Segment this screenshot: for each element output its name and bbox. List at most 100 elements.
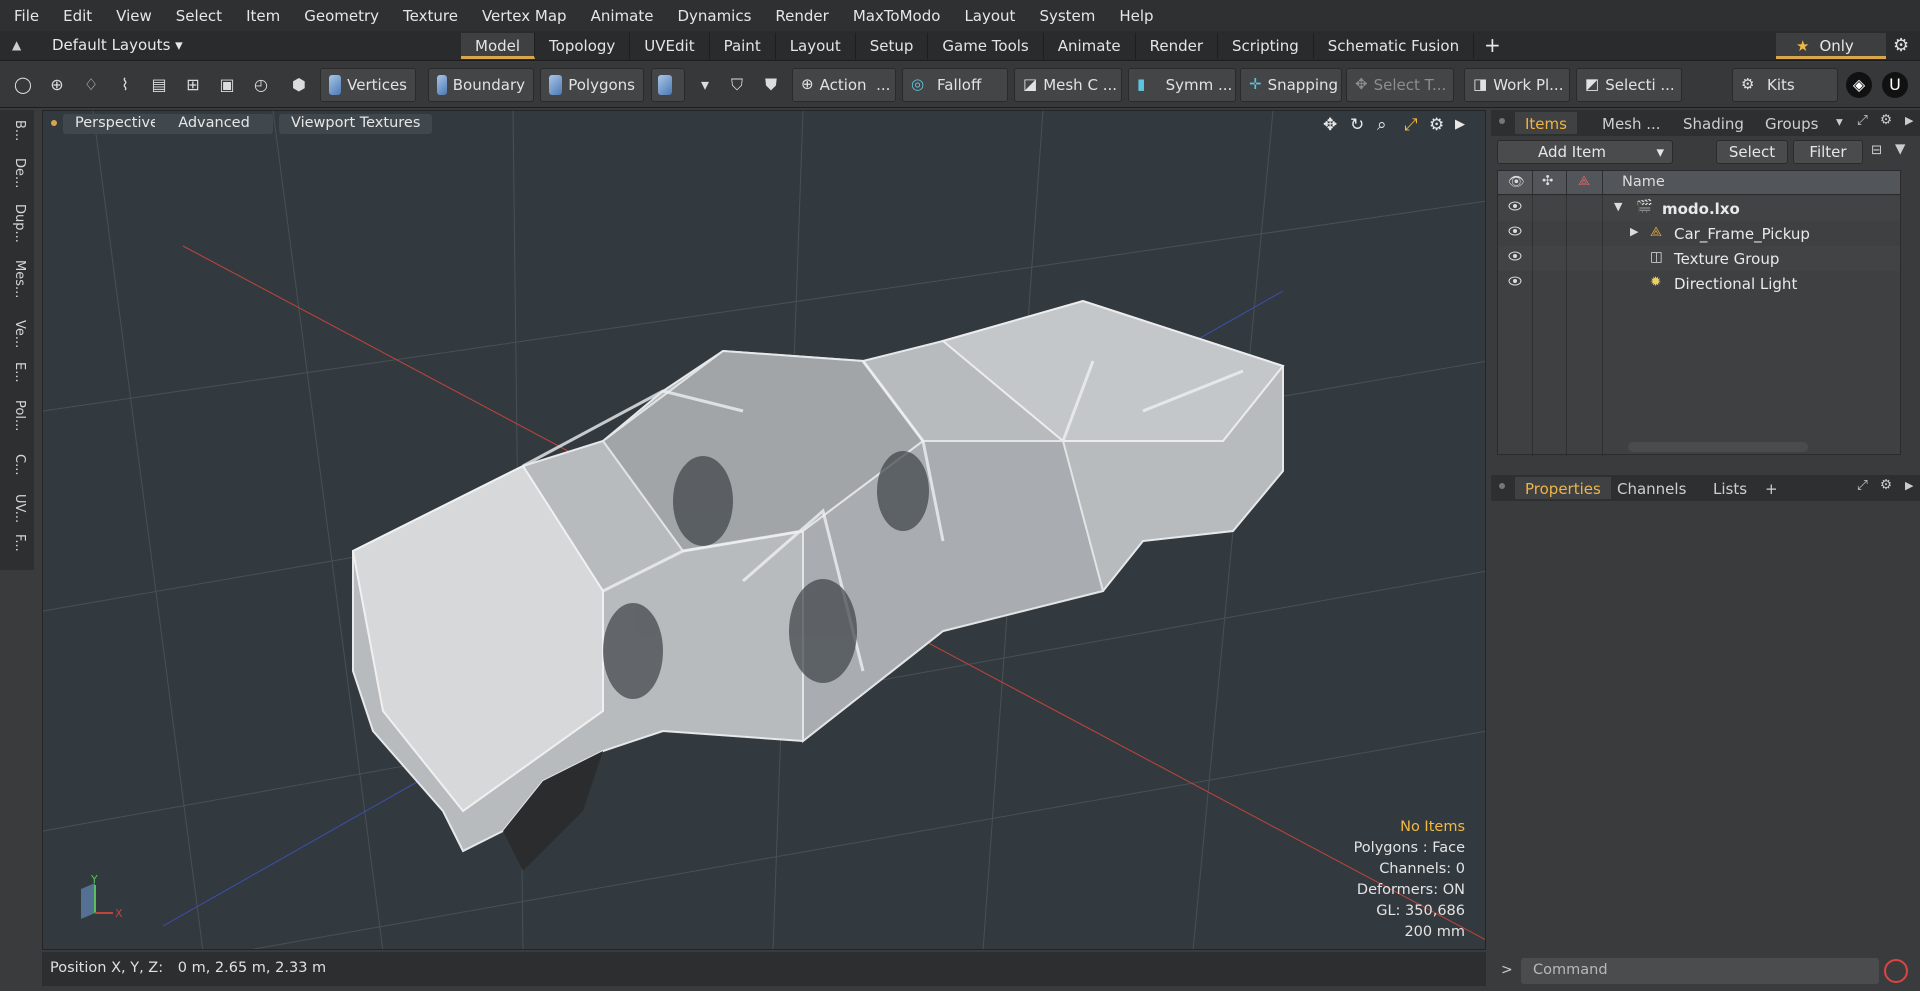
add-panel-tab-button[interactable]: + (1755, 477, 1788, 499)
tab-lists[interactable]: Lists (1703, 477, 1757, 499)
select-button[interactable]: Select (1716, 140, 1788, 164)
tab-layout[interactable]: Layout (776, 33, 856, 59)
panel-arrow-icon[interactable]: ▶ (1905, 479, 1913, 492)
tab-dropdown-icon[interactable]: ▾ (1836, 114, 1843, 130)
left-tab-fusion[interactable]: F... (7, 534, 27, 552)
zoom-icon[interactable]: ⌕ (1377, 115, 1387, 135)
panel-options-dot[interactable] (1499, 118, 1505, 124)
advanced-shading-dropdown[interactable]: Advanced (155, 114, 273, 134)
only-toggle[interactable]: ★ Only (1776, 33, 1886, 59)
align-icon[interactable]: ▤ (146, 72, 172, 98)
item-row-scene[interactable]: ▼ 🎬 modo.lxo (1498, 196, 1900, 221)
menu-system[interactable]: System (1039, 7, 1095, 25)
shield-alt-icon[interactable]: ⛊ (758, 72, 784, 98)
tab-schematic-fusion[interactable]: Schematic Fusion (1314, 33, 1475, 59)
tab-channels[interactable]: Channels (1607, 477, 1696, 499)
tab-paint[interactable]: Paint (710, 33, 776, 59)
polygons-button[interactable]: Polygons (540, 68, 644, 102)
shield-icon[interactable]: ⛉ (724, 72, 750, 98)
expand-right-icon[interactable]: ▶ (1630, 225, 1638, 238)
eye-icon[interactable] (1508, 201, 1522, 211)
collapse-arrow-icon[interactable]: ▲ (12, 38, 28, 54)
record-macro-icon[interactable] (1884, 959, 1908, 983)
left-tab-duplicate[interactable]: Dup... (7, 204, 27, 243)
left-tab-deform[interactable]: De... (7, 158, 27, 188)
tab-items[interactable]: Items (1515, 112, 1577, 134)
tab-animate[interactable]: Animate (1044, 33, 1136, 59)
circle-select-icon[interactable]: ◯ (10, 72, 36, 98)
car-frame-model[interactable] (351, 299, 1285, 871)
add-tab-icon[interactable]: + (1484, 33, 1501, 57)
falloff-button[interactable]: ◎ Falloff (902, 68, 1008, 102)
expand-down-icon[interactable]: ▼ (1614, 200, 1622, 213)
brush-icon[interactable]: ⌇ (112, 72, 138, 98)
expand-arrow-icon[interactable]: ▶ (1455, 117, 1465, 132)
panel-options-dot[interactable] (1499, 483, 1505, 489)
dropdown-arrow-icon[interactable]: ▾ (692, 72, 718, 98)
viewport-gear-icon[interactable]: ⚙ (1429, 115, 1444, 135)
work-plane-button[interactable]: ◨ Work Pl... (1464, 68, 1570, 102)
tab-shading[interactable]: Shading (1673, 112, 1754, 134)
gear-icon[interactable]: ⚙ (1893, 35, 1909, 56)
menu-select[interactable]: Select (176, 7, 222, 25)
tab-properties[interactable]: Properties (1515, 477, 1611, 499)
collapse-icon[interactable]: ⊟ (1871, 142, 1882, 158)
menu-dynamics[interactable]: Dynamics (677, 7, 751, 25)
lock-column-icon[interactable]: ✣ (1542, 173, 1553, 189)
menu-file[interactable]: File (14, 7, 39, 25)
unreal-icon[interactable]: U (1882, 72, 1908, 98)
unity-icon[interactable]: ◈ (1846, 72, 1872, 98)
menu-edit[interactable]: Edit (63, 7, 92, 25)
left-tab-curve[interactable]: C... (7, 454, 27, 475)
tab-groups[interactable]: Groups (1755, 112, 1828, 134)
item-row-car-frame[interactable]: ▶ ⟁ Car_Frame_Pickup (1498, 221, 1900, 246)
left-tab-polygon[interactable]: Pol... (7, 400, 27, 431)
tab-topology[interactable]: Topology (535, 33, 631, 59)
menu-item[interactable]: Item (246, 7, 280, 25)
command-input[interactable]: Command (1521, 958, 1879, 984)
locator-column-icon[interactable]: ⟁ (1578, 173, 1590, 189)
eye-icon[interactable] (1508, 226, 1522, 236)
item-mode-icon[interactable]: ⬢ (286, 72, 312, 98)
3d-viewport[interactable]: Perspective Advanced Viewport Textures ✥… (42, 110, 1486, 950)
viewport-canvas[interactable] (43, 111, 1486, 950)
filter-button[interactable]: Filter (1793, 140, 1863, 164)
left-tab-vertex[interactable]: Ve... (7, 320, 27, 348)
left-tab-edge[interactable]: E... (7, 362, 27, 383)
symmetry-button[interactable]: ▮ Symm ... (1128, 68, 1236, 102)
maximize-icon[interactable]: ⤢ (1404, 115, 1418, 135)
menu-view[interactable]: View (116, 7, 152, 25)
horizontal-scrollbar[interactable] (1628, 442, 1808, 452)
menu-animate[interactable]: Animate (591, 7, 654, 25)
tab-scripting[interactable]: Scripting (1218, 33, 1314, 59)
boundary-button[interactable]: Boundary (428, 68, 534, 102)
selection-sets-button[interactable]: ◩ Selecti ... (1576, 68, 1682, 102)
tab-game-tools[interactable]: Game Tools (928, 33, 1044, 59)
funnel-icon[interactable]: ▼ (1895, 141, 1905, 157)
left-tab-uv[interactable]: UV... (7, 494, 27, 523)
rotate-icon[interactable]: ◴ (248, 72, 274, 98)
menu-maxtomodo[interactable]: MaxToModo (853, 7, 941, 25)
layout-dropdown[interactable]: Default Layouts ▾ (52, 36, 183, 54)
left-tab-mesh-edit[interactable]: Mes... (7, 260, 27, 298)
eye-icon[interactable] (1508, 251, 1522, 261)
tab-model[interactable]: Model (461, 33, 536, 59)
panel-maximize-icon[interactable]: ⤢ (1857, 112, 1868, 128)
eye-icon[interactable] (1508, 276, 1522, 286)
panel-maximize-icon[interactable]: ⤢ (1857, 477, 1868, 493)
tab-render[interactable]: Render (1136, 33, 1219, 59)
panel-gear-icon[interactable]: ⚙ (1880, 477, 1892, 493)
tab-mesh[interactable]: Mesh ... (1592, 112, 1671, 134)
menu-vertex-map[interactable]: Vertex Map (482, 7, 567, 25)
menu-geometry[interactable]: Geometry (304, 7, 379, 25)
pen-icon[interactable]: ♢ (78, 72, 104, 98)
action-center-button[interactable]: ⊕ Action ... (792, 68, 896, 102)
visibility-column-icon[interactable]: 👁 (1508, 174, 1525, 190)
select-through-button[interactable]: ✥ Select T... (1346, 68, 1454, 102)
left-tab-basic[interactable]: B... (7, 120, 27, 141)
kits-button[interactable]: ⚙ Kits (1732, 68, 1838, 102)
pan-icon[interactable]: ✥ (1323, 115, 1337, 135)
menu-layout[interactable]: Layout (964, 7, 1015, 25)
mesh-constraint-button[interactable]: ◪ Mesh C ... (1014, 68, 1122, 102)
add-item-dropdown[interactable]: Add Item ▾ (1497, 140, 1673, 164)
